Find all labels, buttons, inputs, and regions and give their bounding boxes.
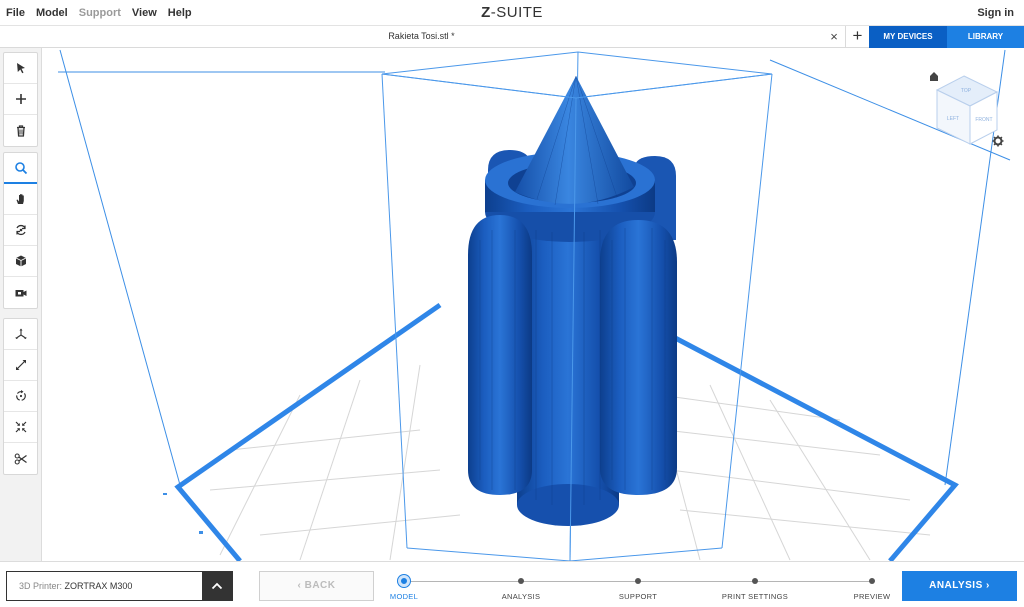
- logo-mark: Z: [481, 4, 491, 21]
- printer-selector[interactable]: 3D Printer: ZORTRAX M300: [6, 571, 233, 601]
- main-menu: File Model Support View Help: [6, 0, 203, 26]
- printer-label: 3D Printer: ZORTRAX M300: [19, 581, 132, 591]
- zoom-icon: [14, 161, 27, 174]
- toolbar-group-transform: [3, 318, 38, 475]
- cut-scissors-icon: [14, 452, 27, 465]
- cut-tool-button[interactable]: [4, 443, 37, 474]
- printer-label-text: 3D Printer:: [19, 581, 65, 591]
- fit-tool-button[interactable]: [4, 412, 37, 443]
- cube-view-icon: [15, 255, 26, 267]
- cube-view-button[interactable]: [4, 246, 37, 277]
- viewcube-front-label: FRONT: [975, 117, 992, 123]
- menu-support[interactable]: Support: [79, 7, 121, 19]
- toolbar-group-edit: [3, 52, 38, 147]
- toolbar-group-view: [3, 152, 38, 309]
- step-dot: [635, 578, 641, 584]
- workflow-stepper: MODEL ANALYSIS SUPPORT PRINT SETTINGS PR…: [384, 570, 894, 604]
- back-button-label: BACK: [304, 580, 336, 591]
- rotate-icon: [15, 390, 26, 401]
- library-tab[interactable]: LIBRARY: [947, 26, 1024, 48]
- step-analysis[interactable]: ANALYSIS: [471, 570, 571, 601]
- scale-tool-button[interactable]: [4, 350, 37, 381]
- menu-file[interactable]: File: [6, 7, 25, 19]
- add-tab-button[interactable]: +: [845, 26, 869, 47]
- delete-button[interactable]: [4, 115, 37, 146]
- logo-text: -SUITE: [490, 4, 543, 21]
- pan-tool-button[interactable]: [4, 184, 37, 215]
- step-dot: [398, 575, 410, 587]
- menu-model[interactable]: Model: [36, 7, 68, 19]
- step-label: ANALYSIS: [501, 592, 541, 601]
- step-dot: [869, 578, 875, 584]
- chevron-up-icon: [211, 582, 223, 590]
- rocket-model[interactable]: [468, 75, 677, 526]
- printer-expand-button[interactable]: [202, 572, 232, 600]
- select-arrow-icon: [16, 63, 25, 74]
- step-dot: [752, 578, 758, 584]
- bottom-bar: 3D Printer: ZORTRAX M300 ‹ BACK MODEL AN…: [0, 561, 1024, 607]
- move-tool-button[interactable]: [4, 319, 37, 350]
- chevron-left-icon: ‹: [297, 580, 305, 591]
- step-label: MODEL: [389, 592, 419, 601]
- 3d-viewport[interactable]: TOP LEFT FRONT: [42, 48, 1024, 561]
- zoom-tool-button[interactable]: [4, 153, 37, 184]
- tab-bar: Rakieta Tosi.stl * × + MY DEVICES LIBRAR…: [0, 26, 1024, 48]
- left-toolbar: [0, 48, 42, 561]
- step-model[interactable]: MODEL: [354, 570, 454, 601]
- settings-gear-icon[interactable]: [992, 135, 1004, 147]
- trash-icon: [16, 124, 25, 137]
- add-icon: [15, 94, 26, 104]
- rotate-tool-button[interactable]: [4, 381, 37, 412]
- view-cube[interactable]: TOP LEFT FRONT: [928, 70, 1008, 148]
- orbit-icon: [15, 224, 26, 236]
- move-icon: [15, 328, 26, 339]
- scale-icon: [15, 360, 26, 370]
- select-tool-button[interactable]: [4, 53, 37, 84]
- scene-canvas[interactable]: [42, 48, 1024, 561]
- close-tab-icon[interactable]: ×: [826, 29, 842, 45]
- next-analysis-button[interactable]: ANALYSIS ›: [902, 571, 1017, 601]
- step-dot: [518, 578, 524, 584]
- camera-view-button[interactable]: [4, 277, 37, 308]
- camera-icon: [15, 289, 26, 296]
- viewcube-top-label: TOP: [961, 88, 972, 94]
- menu-bar: File Model Support View Help Z-SUITE Sig…: [0, 0, 1024, 26]
- step-print-settings[interactable]: PRINT SETTINGS: [705, 570, 805, 601]
- step-support[interactable]: SUPPORT: [588, 570, 688, 601]
- my-devices-tab[interactable]: MY DEVICES: [869, 26, 947, 48]
- sign-in-link[interactable]: Sign in: [977, 7, 1014, 19]
- pan-hand-icon: [16, 194, 24, 204]
- home-icon[interactable]: [930, 72, 938, 81]
- file-tab[interactable]: Rakieta Tosi.stl *: [0, 26, 843, 47]
- fit-icon: [15, 421, 26, 433]
- viewcube-left-label: LEFT: [947, 116, 959, 122]
- next-button-label: ANALYSIS: [929, 580, 983, 591]
- orbit-tool-button[interactable]: [4, 215, 37, 246]
- menu-help[interactable]: Help: [168, 7, 192, 19]
- add-model-button[interactable]: [4, 84, 37, 115]
- printer-value: ZORTRAX M300: [64, 581, 133, 591]
- step-label: SUPPORT: [618, 592, 658, 601]
- step-label: PRINT SETTINGS: [721, 592, 789, 601]
- chevron-right-icon: ›: [982, 580, 990, 591]
- menu-view[interactable]: View: [132, 7, 157, 19]
